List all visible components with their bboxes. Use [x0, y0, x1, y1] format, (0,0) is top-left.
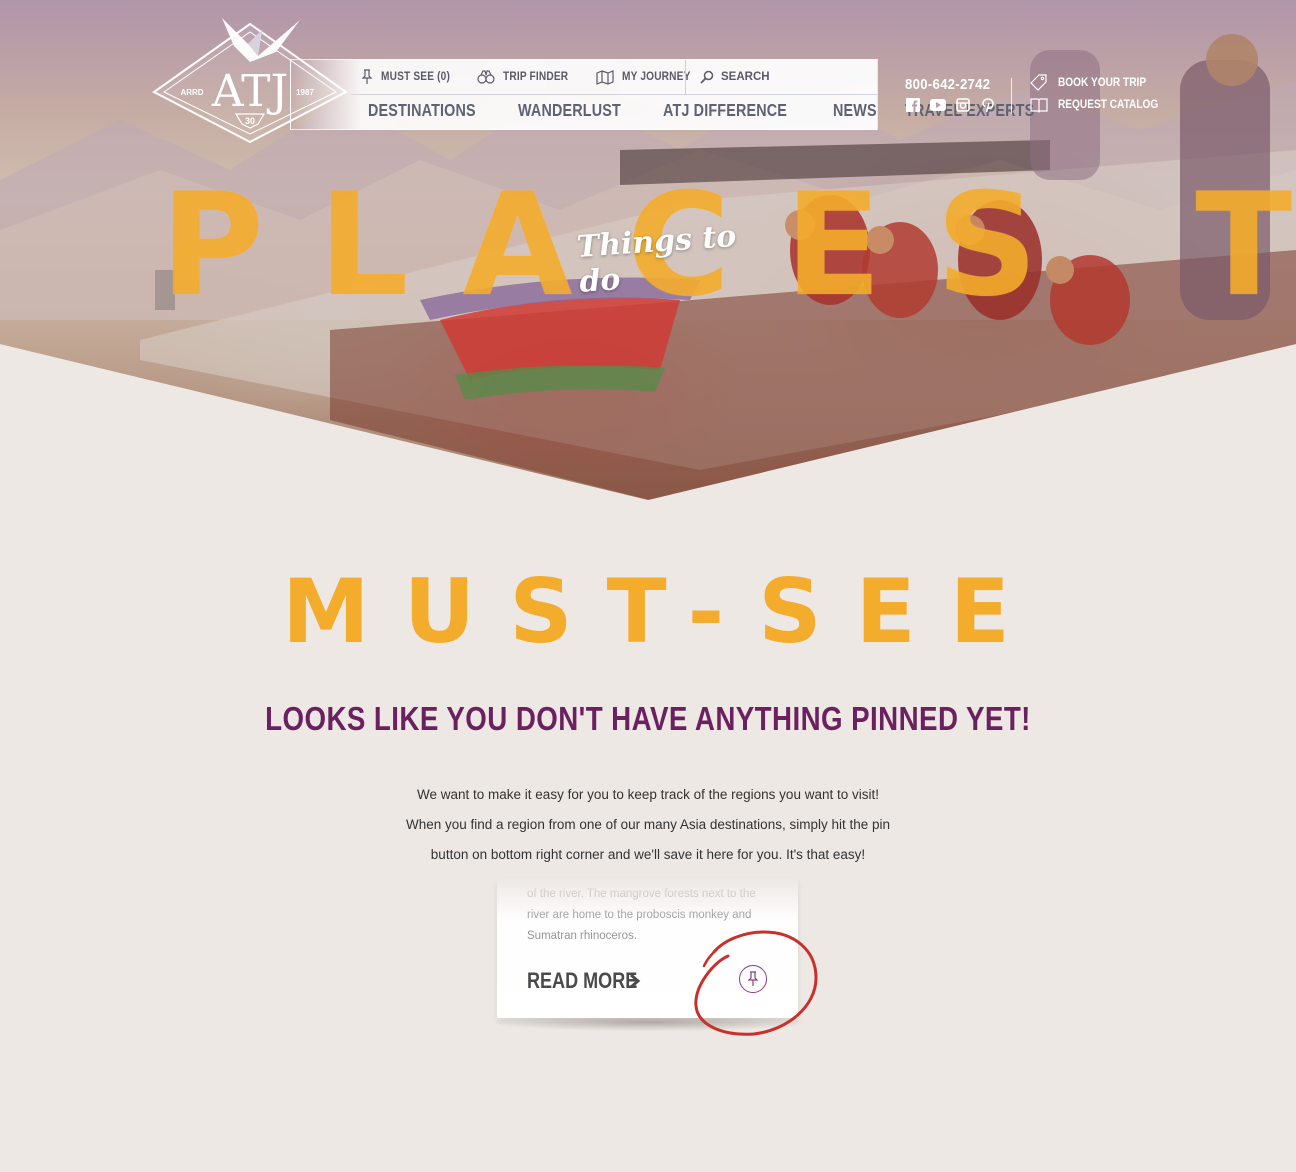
- logo-right-text: 1987: [296, 88, 314, 97]
- map-icon: [596, 69, 614, 85]
- logo-left-text: ARRD: [180, 88, 203, 97]
- book-trip-link[interactable]: BOOK YOUR TRIP: [1030, 72, 1172, 94]
- must-see-label: MUST SEE (0): [381, 71, 451, 83]
- empty-state-body: We want to make it easy for you to keep …: [405, 787, 890, 862]
- read-more-link[interactable]: READ MORE: [527, 968, 641, 994]
- youtube-icon[interactable]: [930, 97, 946, 113]
- search-box: [685, 60, 878, 94]
- nav-news[interactable]: NEWS: [833, 100, 877, 121]
- search-input[interactable]: [721, 71, 871, 83]
- section-title: MUST-SEE: [282, 560, 1044, 663]
- facebook-icon[interactable]: [905, 97, 921, 113]
- header-separator: [1011, 78, 1012, 114]
- search-icon[interactable]: [700, 70, 714, 84]
- request-catalog-label: REQUEST CATALOG: [1058, 99, 1159, 111]
- read-more-label: READ MORE: [527, 968, 638, 993]
- trip-finder-label: TRIP FINDER: [503, 71, 569, 83]
- phone-number[interactable]: 800-642-2742: [905, 76, 993, 93]
- red-annotation-circle: [694, 930, 818, 1036]
- book-icon: [1030, 98, 1048, 113]
- nav-destinations[interactable]: DESTINATIONS: [368, 100, 476, 121]
- utility-nav: MUST SEE (0) TRIP FINDER MY JOURNEY: [361, 60, 717, 94]
- social-links: [905, 97, 1005, 113]
- request-catalog-link[interactable]: REQUEST CATALOG: [1030, 94, 1172, 116]
- tag-icon: [1030, 74, 1047, 91]
- pin-icon: [361, 69, 373, 84]
- contact-block: 800-642-2742: [905, 76, 1005, 113]
- logo-badge: 30: [245, 116, 255, 126]
- nav-divider: [351, 94, 877, 95]
- nav-atj-difference[interactable]: ATJ DIFFERENCE: [663, 100, 787, 121]
- cta-list: BOOK YOUR TRIP REQUEST CATALOG: [1030, 72, 1172, 116]
- pinterest-icon[interactable]: [980, 97, 996, 113]
- navigation-panel: MUST SEE (0) TRIP FINDER MY JOURNEY DEST…: [290, 59, 1035, 130]
- book-trip-label: BOOK YOUR TRIP: [1058, 77, 1147, 89]
- binoculars-icon: [477, 70, 496, 84]
- hero-subtitle: Things to do: [575, 218, 738, 300]
- logo-text: ATJ: [211, 66, 288, 117]
- instagram-icon[interactable]: [955, 97, 971, 113]
- trip-finder-link[interactable]: TRIP FINDER: [477, 70, 577, 84]
- my-journey-link[interactable]: MY JOURNEY: [596, 69, 700, 85]
- empty-state-heading: LOOKS LIKE YOU DON'T HAVE ANYTHING PINNE…: [265, 700, 1031, 737]
- must-see-link[interactable]: MUST SEE (0): [361, 69, 459, 85]
- nav-wanderlust[interactable]: WANDERLUST: [518, 100, 621, 121]
- atj-logo[interactable]: ATJ ARRD 1987 30: [150, 16, 350, 146]
- my-journey-label: MY JOURNEY: [621, 71, 691, 83]
